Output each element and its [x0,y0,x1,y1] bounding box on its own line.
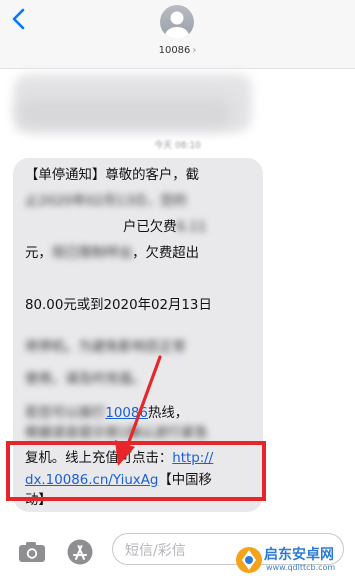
blurred-segment: 6.11 [176,220,207,235]
message-line-blurred: 将停机。为避免影响您正常 [25,340,186,355]
person-icon [165,11,189,39]
watermark-title: 启东安卓网 [264,547,334,563]
message-line-blurred: 止2020年02月13日，您的 [25,194,187,209]
message-line: 80.00元或到2020年02月13日 [25,298,212,313]
blurred-segment: 现已限制呼出 [51,246,133,261]
chevron-right-icon: › [192,45,197,56]
message-line: 【单停通知】尊敬的客户，截 [25,168,200,183]
highlight-box [6,441,266,501]
contact-avatar[interactable] [160,5,194,39]
blurred-segment: 若您可以拨打 [25,406,106,421]
message-input-placeholder: 短信/彩信 [125,543,186,559]
message-timestamp: 今天 08:10 [154,141,201,151]
previous-message-content [18,98,232,128]
watermark-url: www.qdlttcb.com [266,563,336,572]
message-line-blurred: 使用，请及时充值。 [25,372,146,387]
phone-link[interactable]: 10086 [105,406,148,421]
camera-icon[interactable] [16,537,48,567]
message-line: 户已欠费6.11 [25,218,206,238]
conversation-header: 10086 › [0,0,355,69]
contact-number: 10086 [158,45,191,56]
back-arrow-icon[interactable] [6,4,32,34]
app-store-icon[interactable] [64,537,96,567]
message-line: 若您可以拨打10086热线， [25,406,189,421]
message-line: 元，现已限制呼出，欠费超出 [25,246,200,261]
blurred-segment [25,218,123,238]
contact-name[interactable]: 10086 › [0,45,355,56]
